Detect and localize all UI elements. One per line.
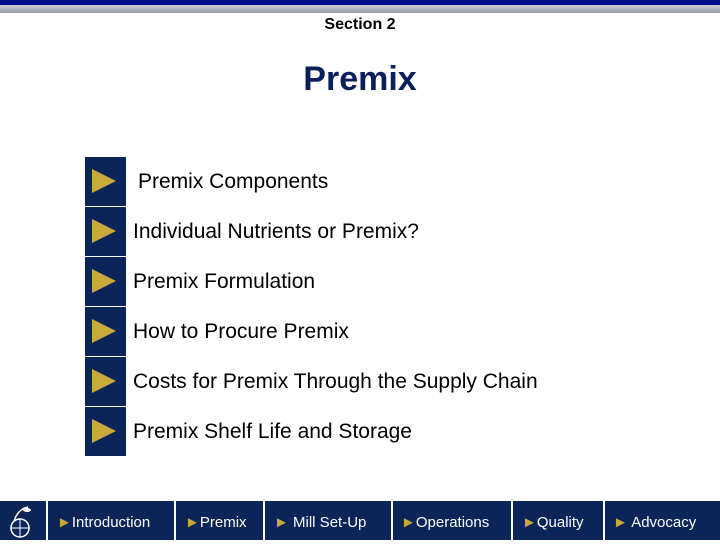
play-arrow-icon	[92, 219, 116, 243]
nav-label: Premix	[199, 514, 247, 531]
list-item[interactable]: Premix Formulation	[85, 257, 685, 306]
play-arrow-icon	[92, 369, 116, 393]
arrow-icon: ►	[401, 514, 416, 531]
list-item[interactable]: How to Procure Premix	[85, 307, 685, 356]
bullet-box	[85, 257, 126, 306]
nav-introduction[interactable]: ►Introduction	[48, 501, 174, 540]
logo	[0, 501, 46, 540]
list-item[interactable]: Premix Shelf Life and Storage	[85, 407, 685, 456]
bullet-box	[85, 357, 126, 406]
play-arrow-icon	[92, 269, 116, 293]
play-arrow-icon	[92, 419, 116, 443]
arrow-icon: ►	[613, 514, 628, 531]
arrow-icon: ►	[185, 514, 200, 531]
top-divider	[0, 5, 720, 13]
nav-advocacy[interactable]: ► Advocacy	[605, 501, 720, 540]
bullet-box	[85, 307, 126, 356]
nav-mill-setup[interactable]: ► Mill Set-Up	[265, 501, 391, 540]
item-label: Individual Nutrients or Premix?	[133, 220, 419, 243]
nav-label: Operations	[415, 514, 490, 531]
bullet-box	[85, 207, 126, 256]
bullet-box	[85, 157, 126, 206]
nav-operations[interactable]: ►Operations	[393, 501, 511, 540]
nav-label: Mill Set-Up	[288, 514, 367, 531]
item-label: Premix Components	[138, 170, 329, 193]
arrow-icon: ►	[57, 514, 72, 531]
nav-premix[interactable]: ►Premix	[176, 501, 263, 540]
globe-wheat-icon	[10, 506, 31, 538]
play-arrow-icon	[92, 319, 116, 343]
nav-label: Advocacy	[627, 514, 697, 531]
list-item[interactable]: Individual Nutrients or Premix?	[85, 207, 685, 256]
section-label: Section 2	[324, 16, 396, 33]
item-label: Costs for Premix Through the Supply Chai…	[133, 370, 538, 393]
item-label: Premix Shelf Life and Storage	[133, 420, 412, 443]
item-label: Premix Formulation	[133, 270, 316, 293]
nav-label: Quality	[536, 514, 584, 531]
nav-label: Introduction	[71, 514, 151, 531]
list-item[interactable]: Costs for Premix Through the Supply Chai…	[85, 357, 685, 406]
bullet-box	[85, 407, 126, 456]
arrow-icon: ►	[522, 514, 537, 531]
item-label: How to Procure Premix	[133, 320, 349, 343]
arrow-icon: ►	[274, 514, 289, 531]
list-item[interactable]: Premix Components	[85, 157, 685, 206]
nav-quality[interactable]: ►Quality	[513, 501, 603, 540]
page-title: Premix	[303, 60, 417, 98]
play-arrow-icon	[92, 169, 116, 193]
